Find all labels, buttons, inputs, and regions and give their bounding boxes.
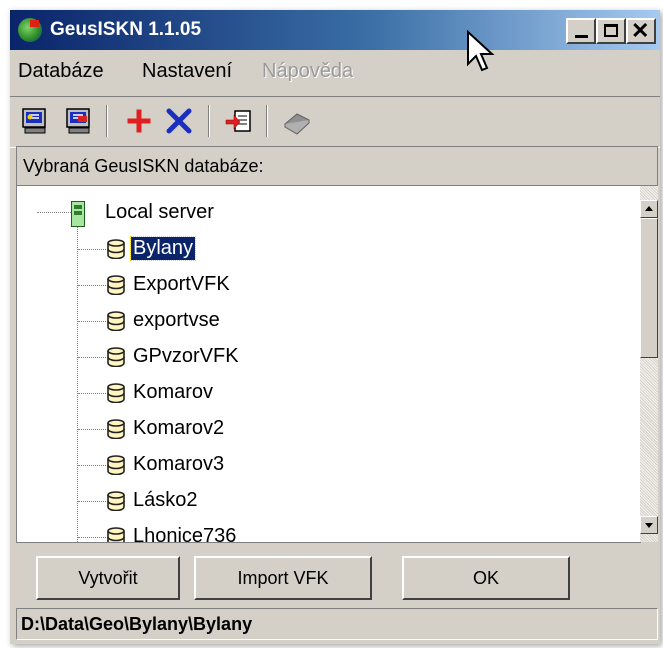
database-icon: [107, 311, 125, 331]
tree-item-database[interactable]: GPvzorVFK: [17, 340, 317, 374]
tree-scrollbar[interactable]: [640, 186, 658, 542]
title-bar[interactable]: GeusISKN 1.1.05 ✕: [10, 10, 660, 50]
tree-item-label: Komarov2: [133, 417, 225, 439]
maximize-button[interactable]: [596, 18, 626, 44]
scroll-thumb[interactable]: [640, 218, 658, 358]
tree-line: [78, 285, 106, 286]
menu-nastaveni[interactable]: Nastavení: [142, 60, 232, 83]
delete-icon[interactable]: [164, 106, 194, 136]
database-icon: [107, 239, 125, 259]
connect-db-icon[interactable]: [20, 106, 50, 136]
status-path: D:\Data\Geo\Bylany\Bylany: [21, 614, 253, 634]
disconnect-db-icon[interactable]: [64, 106, 94, 136]
database-icon: [107, 419, 125, 439]
tree-item-label: exportvse: [133, 309, 220, 331]
tree-item-label: ExportVFK: [133, 273, 230, 295]
toolbar: [10, 96, 660, 148]
panel-header: Vybraná GeusISKN databáze:: [16, 146, 658, 186]
tree-item-label: Bylany: [129, 236, 197, 261]
ok-button[interactable]: OK: [402, 556, 570, 600]
app-globe-icon: [18, 18, 42, 42]
import-vfk-button[interactable]: Import VFK: [194, 556, 372, 600]
add-icon[interactable]: [124, 106, 154, 136]
tree-line: [78, 249, 106, 250]
database-icon: [107, 455, 125, 475]
tree-item-database[interactable]: exportvse: [17, 304, 317, 338]
tree-item-database[interactable]: Komarov: [17, 376, 317, 410]
database-icon: [107, 527, 125, 542]
menu-bar: Databáze Nastavení Nápověda: [10, 54, 660, 90]
tree-root-label: Local server: [105, 201, 214, 223]
scroll-down-button[interactable]: [640, 516, 658, 534]
panel-header-label: Vybraná GeusISKN databáze:: [23, 156, 264, 176]
toolbar-separator: [266, 105, 268, 137]
database-icon: [107, 275, 125, 295]
server-icon: [71, 201, 85, 227]
toolbar-separator: [106, 105, 108, 137]
tree-line: [78, 465, 106, 466]
menu-napoveda[interactable]: Nápověda: [262, 60, 353, 83]
tree-root-local-server[interactable]: Local server: [17, 196, 317, 230]
tree-item-label: Lásko2: [133, 489, 198, 511]
arrow-down-icon: [645, 523, 653, 528]
tree-item-database[interactable]: Komarov2: [17, 412, 317, 446]
mouse-cursor-icon: [467, 30, 495, 72]
tree-item-database[interactable]: Lásko2: [17, 484, 317, 518]
create-button[interactable]: Vytvořit: [36, 556, 180, 600]
tree-item-label: GPvzorVFK: [133, 345, 239, 367]
tree-line: [78, 357, 106, 358]
arrow-up-icon: [645, 206, 653, 211]
database-icon: [107, 383, 125, 403]
tree-item-database[interactable]: ExportVFK: [17, 268, 317, 302]
tree-item-database[interactable]: Bylany: [17, 232, 317, 266]
import-icon[interactable]: [224, 106, 254, 136]
maximize-icon: [604, 24, 618, 37]
window-title: GeusISKN 1.1.05: [50, 19, 202, 40]
database-icon: [107, 347, 125, 367]
close-button[interactable]: ✕: [626, 18, 656, 44]
minimize-button[interactable]: [566, 18, 596, 44]
status-bar: D:\Data\Geo\Bylany\Bylany: [16, 608, 658, 640]
app-window: GeusISKN 1.1.05 ✕ Databáze Nastavení Náp…: [10, 10, 660, 644]
database-tree[interactable]: Local server Bylany ExportVFK exportvse GPv…: [16, 186, 641, 543]
tree-line: [78, 321, 106, 322]
scroll-up-button[interactable]: [640, 200, 658, 218]
menu-databaze[interactable]: Databáze: [18, 60, 104, 83]
tree-item-database[interactable]: Komarov3: [17, 448, 317, 482]
tree-line: [78, 393, 106, 394]
tree-line: [78, 501, 106, 502]
tree-item-label: Komarov3: [133, 453, 225, 475]
close-icon: ✕: [631, 18, 650, 43]
tree-item-database[interactable]: Lhonice736: [17, 520, 317, 543]
tree-item-label: Lhonice736: [133, 525, 237, 543]
tree-line: [78, 429, 106, 430]
minimize-icon: [575, 35, 588, 38]
book-icon[interactable]: [282, 106, 312, 136]
tree-item-label: Komarov: [133, 381, 214, 403]
database-icon: [107, 491, 125, 511]
tree-line: [78, 537, 106, 538]
toolbar-separator: [208, 105, 210, 137]
